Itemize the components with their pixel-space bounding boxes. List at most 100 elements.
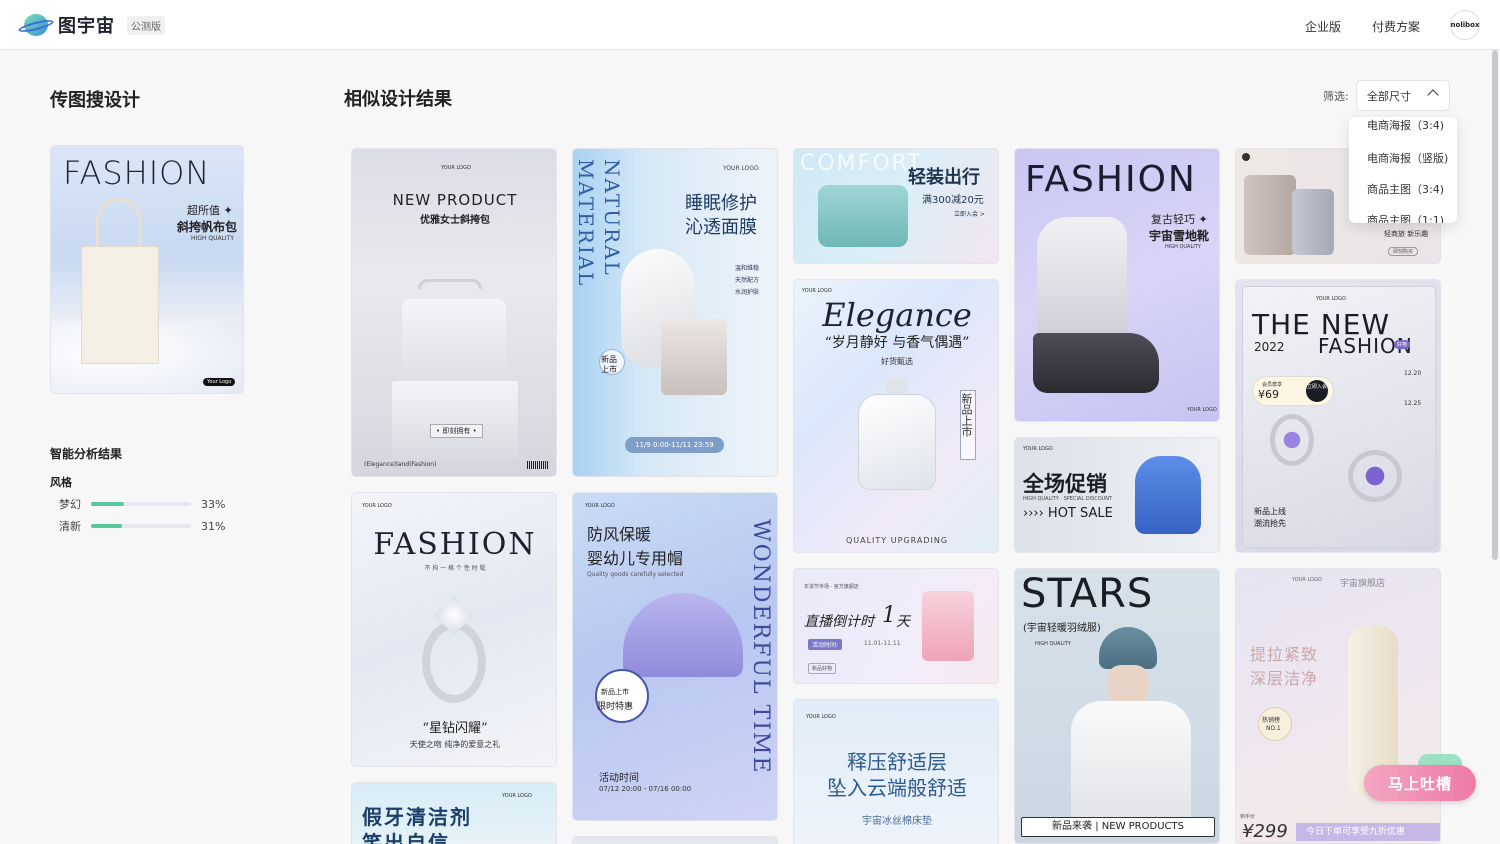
handbag — [402, 299, 506, 383]
result-card[interactable]: 年货节专场 · 官方旗舰店 直播倒计时 1 天 活动时间: 11.01-11.1… — [793, 568, 999, 684]
feedback-button[interactable]: 马上吐槽 — [1364, 765, 1476, 801]
face — [1107, 665, 1149, 705]
filter-label: 筛选: — [1323, 90, 1349, 103]
result-card[interactable]: YOUR LOGO 防风保暖 婴幼儿专用帽 Quality goods care… — [572, 492, 778, 821]
card-vertical-text: 新品上市 — [960, 390, 976, 460]
card-line2: 潮流抢先 — [1254, 519, 1286, 528]
result-card[interactable]: COMFORT 轻装出行 满300减20元 立即入会 > — [793, 148, 999, 264]
boot-sole — [1033, 333, 1159, 393]
results-title: 相似设计结果 — [344, 89, 452, 110]
earring — [1348, 450, 1402, 502]
card-bullet: 水润护肤 — [735, 289, 760, 296]
card-logo: YOUR LOGO — [1023, 446, 1053, 452]
card-bullet: 天然配方 — [735, 277, 760, 284]
style-row: 梦幻 33% — [59, 496, 225, 512]
result-card[interactable]: YOUR LOGO 宇宙旗舰店 提拉紧致 深层洁净 热销榜 NO.1 到手价 ¥… — [1235, 568, 1441, 844]
time-pill: 11/9 0:00-11/11 23:59 — [625, 437, 724, 453]
result-card[interactable]: YOUR LOGO NEW PRODUCT 优雅女士斜挎包 • 即刻拥有 • (… — [351, 148, 557, 477]
result-card[interactable]: YOUR LOGO 假牙清洁剂 笑出自信 — [351, 782, 557, 844]
card-line3: HIGH QUALITY — [1165, 244, 1201, 250]
perfume-bottle — [858, 394, 936, 490]
card-tag: • 即刻拥有 • — [430, 424, 483, 438]
result-card[interactable]: YOUR LOGO Elegance “岁月静好 与香气偶遇” 好货甄选 新品上… — [793, 279, 999, 553]
result-card[interactable]: YOUR LOGO FASHION 不 拘 一 格 个 性 时 髦 “星钻闪耀”… — [351, 492, 557, 767]
date-2: 12.25 — [1404, 400, 1422, 407]
query-image-logo: Your Logo — [203, 378, 236, 386]
card-tag: 年货节专场 · 官方旗舰店 — [804, 584, 859, 590]
card-line1: 睡眠修护 — [685, 193, 757, 214]
card-line3: ›››› HOT SALE — [1023, 506, 1113, 521]
card-title: FASHION — [1025, 159, 1197, 200]
result-card[interactable]: YOUR LOGO 释压舒适层 坠入云端般舒适 宇宙冰丝棉床垫 — [793, 699, 999, 844]
suitcase — [1244, 175, 1296, 255]
card-logo: YOUR LOGO — [1187, 407, 1217, 413]
card-line2: 沁透面膜 — [685, 217, 757, 238]
card-line2: 婴幼儿专用帽 — [587, 549, 684, 568]
brand-logo[interactable]: 图宇宙 公测版 — [17, 12, 165, 38]
card-logo: YOUR LOGO — [1316, 296, 1346, 302]
query-image[interactable]: FASHION 超所值 ✦ 斜挎帆布包 HIGH QUALITY Your Lo… — [50, 145, 244, 394]
card-logo: YOUR LOGO — [802, 288, 832, 294]
card-logo: YOUR LOGO — [441, 165, 471, 171]
result-card[interactable]: FASHION 复古轻巧 ✦ 宇宙雪地靴 HIGH QUALITY YOUR L… — [1014, 148, 1220, 422]
card-footer: 新品来袭 | NEW PRODUCTS — [1021, 817, 1215, 837]
card-line2: 满300减20元 — [922, 195, 984, 206]
rank-line2: NO.1 — [1266, 725, 1281, 732]
query-image-line2: 斜挎帆布包 — [177, 220, 238, 234]
card-line1: 提拉紧致 — [1250, 645, 1319, 664]
style-percent: 33% — [201, 497, 226, 511]
price-value: ¥69 — [1258, 388, 1279, 401]
beta-badge: 公测版 — [127, 15, 165, 35]
card-line1: 假牙清洁剂 — [362, 805, 472, 829]
beanie — [1099, 627, 1157, 669]
card-line4: 11.01-11.11 — [864, 640, 901, 647]
nav-pricing[interactable]: 付费方案 — [1372, 18, 1420, 35]
style-title: 风格 — [50, 476, 72, 489]
filter-value: 全部尺寸 — [1367, 89, 1411, 103]
card-footer: (Elegance)land(Fashion) — [364, 461, 437, 468]
dropdown-option[interactable]: 商品主图（1:1) — [1349, 210, 1457, 223]
activity-label: 活动时间 — [599, 773, 639, 784]
page-scrollbar[interactable] — [1492, 50, 1498, 560]
card-logo: YOUR LOGO — [502, 793, 532, 799]
hat — [623, 593, 743, 677]
card-logo: YOUR LOGO — [585, 503, 615, 509]
dropdown-option[interactable]: 商品主图（3:4) — [1349, 179, 1457, 210]
badge-line1: 新品上市 — [601, 688, 629, 696]
top-bar: 图宇宙 公测版 企业版 付费方案 nolibox — [0, 0, 1500, 50]
countdown-unit: 天 — [896, 614, 910, 630]
countdown-number: 1 — [882, 603, 896, 628]
card-logo: YOUR LOGO — [723, 165, 759, 172]
style-bar-fill — [91, 502, 124, 506]
result-card[interactable]: YOUR LOGO THE NEW 2022 FASHION 好物 会员尊享 ¥… — [1235, 279, 1441, 553]
avatar[interactable]: nolibox — [1450, 10, 1480, 40]
badge-line2: 上市 — [601, 365, 617, 374]
result-card[interactable]: STARS (宇宙轻暖羽绒服) HIGH QUALITY 新品来袭 | NEW … — [1014, 568, 1220, 844]
card-footer: QUALITY UPGRADING — [845, 536, 949, 545]
size-filter-select[interactable]: 全部尺寸 — [1356, 80, 1450, 111]
dropdown-option[interactable]: 电商海报（竖版) — [1349, 148, 1457, 179]
card-line2: HIGH QUALITY — [1035, 641, 1071, 647]
card-footer: 今日下单可享受九折优惠 — [1296, 823, 1440, 841]
suitcase — [1292, 189, 1334, 255]
handbag-handle — [418, 279, 482, 289]
card-title: NEW PRODUCT — [392, 191, 518, 209]
dropdown-option[interactable]: 电商海报（3:4) — [1349, 117, 1457, 148]
nav-enterprise[interactable]: 企业版 — [1305, 18, 1341, 35]
result-card[interactable]: YOUR LOGO 全场促销 HIGH QUALITY · SPECIAL DI… — [1014, 437, 1220, 553]
price-label: 到手价 — [1240, 814, 1256, 820]
tote-bag — [81, 246, 159, 364]
card-line1: 复古轻巧 ✦ — [1151, 213, 1208, 226]
card-bg-text: COMFORT — [800, 151, 923, 176]
badge-line2: 限时特惠 — [597, 702, 634, 712]
travel-bag — [818, 185, 908, 247]
barcode — [527, 461, 549, 469]
date-1: 12.20 — [1404, 370, 1422, 377]
card-line1: 轻商旅 新乐趣 — [1384, 230, 1429, 238]
card-line1: 释压舒适层 — [847, 750, 947, 774]
result-card[interactable]: YOUR LOGO NATURAL MATERIAL 睡眠修护 沁透面膜 温和维… — [572, 148, 778, 477]
card-line1: 防风保暖 — [587, 525, 652, 544]
result-card[interactable] — [572, 836, 778, 844]
card-line3: 宇宙冰丝棉床垫 — [862, 816, 932, 827]
card-line2: HIGH QUALITY · SPECIAL DISCOUNT — [1023, 496, 1113, 502]
